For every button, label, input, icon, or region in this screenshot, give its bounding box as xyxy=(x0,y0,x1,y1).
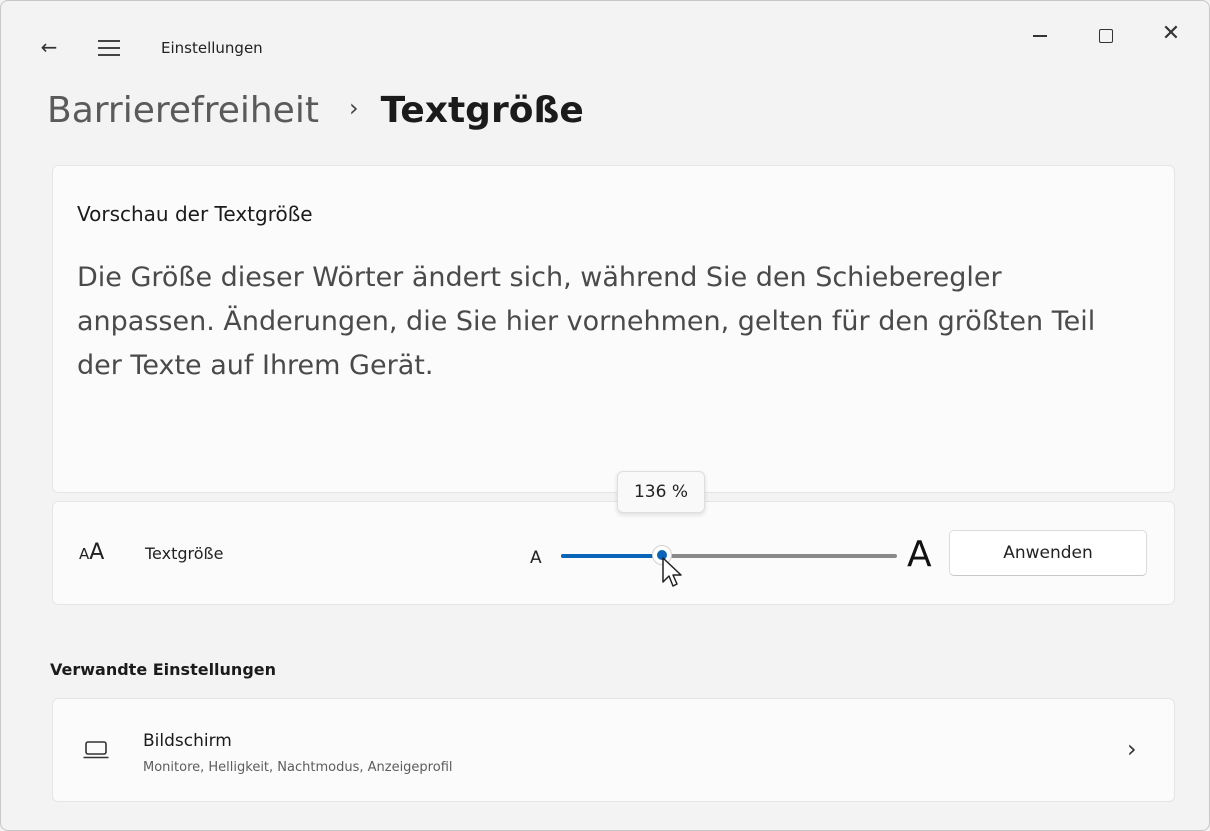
text-size-icon-large: A xyxy=(89,540,105,565)
related-item-title: Bildschirm xyxy=(143,731,232,751)
text-size-setting-card: AA Textgröße A A Anwenden xyxy=(52,501,1175,605)
slider-min-label: A xyxy=(530,548,542,568)
related-item-display[interactable]: Bildschirm Monitore, Helligkeit, Nachtmo… xyxy=(52,698,1175,802)
chevron-right-icon: › xyxy=(1127,735,1137,763)
title-bar: ← Einstellungen ✕ xyxy=(1,1,1209,91)
monitor-icon xyxy=(83,741,109,759)
mouse-cursor-icon xyxy=(662,557,682,587)
text-size-slider[interactable] xyxy=(561,545,897,565)
back-icon[interactable]: ← xyxy=(37,35,61,59)
text-size-icon: AA xyxy=(79,540,104,565)
page-title: Textgröße xyxy=(380,89,584,131)
text-size-preview-card: Vorschau der Textgröße Die Größe dieser … xyxy=(52,165,1175,493)
preview-text: Die Größe dieser Wörter ändert sich, wäh… xyxy=(77,262,1096,381)
close-icon[interactable]: ✕ xyxy=(1141,19,1201,53)
settings-window: ← Einstellungen ✕ Barrierefreiheit › Tex… xyxy=(0,0,1210,831)
hamburger-menu-icon[interactable] xyxy=(96,35,122,59)
related-item-subtitle: Monitore, Helligkeit, Nachtmodus, Anzeig… xyxy=(143,760,453,775)
breadcrumb-parent[interactable]: Barrierefreiheit xyxy=(47,90,319,131)
breadcrumb-chevron-icon: › xyxy=(348,94,359,122)
preview-title: Vorschau der Textgröße xyxy=(77,202,313,226)
apply-button[interactable]: Anwenden xyxy=(949,530,1147,576)
slider-max-label: A xyxy=(907,534,932,575)
maximize-icon[interactable] xyxy=(1075,19,1135,53)
minimize-icon[interactable] xyxy=(1009,19,1069,53)
related-settings-heading: Verwandte Einstellungen xyxy=(50,660,277,679)
breadcrumb: Barrierefreiheit › Textgröße xyxy=(47,85,584,135)
text-size-label: Textgröße xyxy=(145,544,224,563)
slider-fill xyxy=(561,554,662,558)
app-title: Einstellungen xyxy=(161,39,263,57)
text-size-icon-small: A xyxy=(79,545,90,563)
slider-value-tooltip: 136 % xyxy=(617,471,705,513)
